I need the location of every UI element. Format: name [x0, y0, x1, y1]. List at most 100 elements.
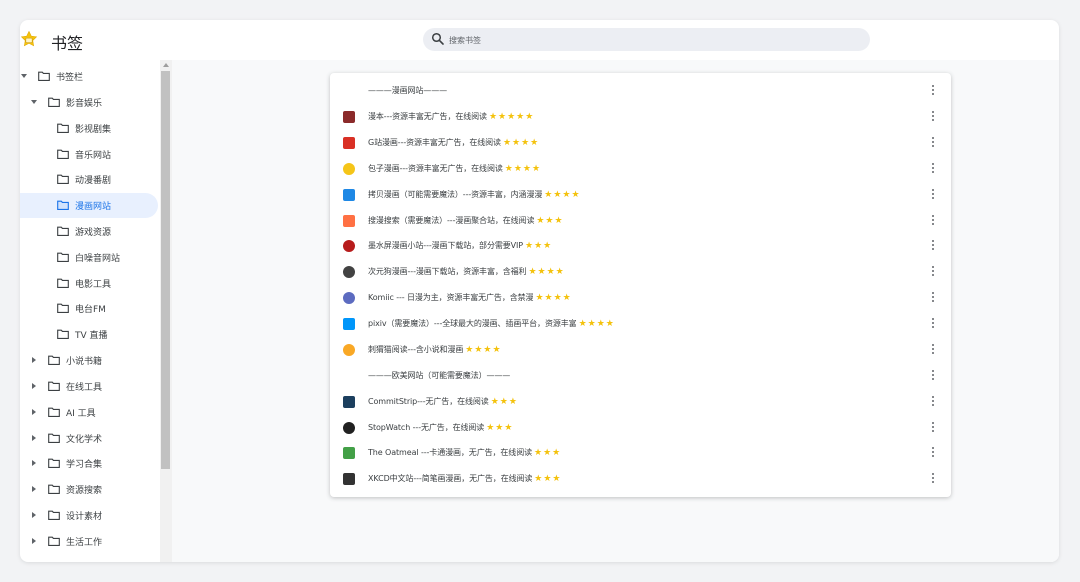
sidebar-item[interactable]: 漫画网站 [20, 193, 158, 218]
caret-right-icon[interactable] [32, 383, 36, 389]
caret-right-icon[interactable] [32, 460, 36, 466]
sidebar-item-label: AI 工具 [66, 409, 96, 419]
bookmark-row[interactable]: G站漫画---资源丰富无广告，在线阅读 ★★★★ [330, 130, 951, 156]
caret-right-icon[interactable] [32, 538, 36, 544]
caret-right-icon[interactable] [32, 512, 36, 518]
sidebar-item[interactable]: 文化学术 [20, 426, 158, 451]
folder-icon [48, 407, 60, 417]
star-rating: ★★★ [536, 216, 564, 226]
sidebar-item-label: 影视剧集 [75, 125, 112, 135]
bookmark-row[interactable]: 墨水屏漫画小站---漫画下载站，部分需要VIP ★★★ [330, 233, 951, 259]
sidebar-item[interactable]: 小说书籍 [20, 348, 158, 373]
sidebar-item[interactable]: 设计素材 [20, 503, 158, 528]
folder-icon [57, 278, 69, 288]
more-options-icon[interactable] [931, 344, 935, 356]
bookmark-row[interactable]: 包子漫画---资源丰富无广告，在线阅读 ★★★★ [330, 156, 951, 182]
bookmark-row[interactable]: Komiic --- 日漫为主，资源丰富无广告，含禁漫 ★★★★ [330, 285, 951, 311]
star-rating: ★★★ [490, 397, 518, 407]
bookmark-row[interactable]: The Oatmeal ---卡通漫画，无广告，在线阅读 ★★★ [330, 440, 951, 466]
sidebar-item-label: 动漫番剧 [75, 176, 112, 186]
caret-right-icon[interactable] [32, 486, 36, 492]
folder-icon [38, 71, 50, 81]
more-options-icon[interactable] [931, 215, 935, 227]
more-options-icon[interactable] [931, 370, 935, 382]
sidebar-item[interactable]: 影视剧集 [20, 116, 158, 141]
sidebar-item[interactable]: 白噪音网站 [20, 245, 158, 270]
sidebar-item-label: 在线工具 [66, 383, 103, 393]
bookmark-title-text: 漫本---资源丰富无广告，在线阅读 [368, 112, 487, 121]
star-rating: ★★★★ [544, 190, 581, 200]
sidebar-item[interactable]: 学习合集 [20, 451, 158, 476]
bookmarks-window: 书签 书签栏影音娱乐影视剧集音乐网站动漫番剧漫画网站游戏资源白噪音网站电影工具电… [20, 20, 1059, 562]
bookmark-row[interactable]: 漫本---资源丰富无广告，在线阅读 ★★★★★ [330, 104, 951, 130]
more-options-icon[interactable] [931, 318, 935, 330]
caret-right-icon[interactable] [32, 435, 36, 441]
star-rating: ★★★★ [535, 293, 572, 303]
sidebar-item[interactable]: 音乐网站 [20, 142, 158, 167]
bookmark-row[interactable]: 次元狗漫画---漫画下载站，资源丰富，含福利 ★★★★ [330, 259, 951, 285]
sidebar-item-label: 小说书籍 [66, 357, 103, 367]
more-options-icon[interactable] [931, 396, 935, 408]
more-options-icon[interactable] [931, 85, 935, 97]
bookmark-list: ———漫画网站——— 漫本---资源丰富无广告，在线阅读 ★★★★★ G站漫画---资… [330, 73, 951, 497]
bookmark-row[interactable]: 搜漫搜索（需要魔法）---漫画聚合站，在线阅读 ★★★ [330, 208, 951, 234]
more-options-icon[interactable] [931, 240, 935, 252]
sidebar-item[interactable]: 生活工作 [20, 529, 158, 554]
bookmark-title-text: 拷贝漫画（可能需要魔法）---资源丰富，内涵漫漫 [368, 190, 543, 199]
page-title: 书签 [51, 34, 84, 53]
sidebar-item[interactable]: 在线工具 [20, 374, 158, 399]
sidebar-item[interactable]: 动漫番剧 [20, 167, 158, 192]
caret-right-icon[interactable] [32, 357, 36, 363]
bookmark-row[interactable]: StopWatch ---无广告，在线阅读 ★★★ [330, 415, 951, 441]
more-options-icon[interactable] [931, 292, 935, 304]
sidebar-item-label: 电影工具 [75, 280, 112, 290]
sidebar-item[interactable]: 电影工具 [20, 271, 158, 296]
sidebar-item[interactable]: 电台FM [20, 296, 158, 321]
sidebar-item[interactable]: 游戏资源 [20, 219, 158, 244]
bookmark-row[interactable]: CommitStrip---无广告，在线阅读 ★★★ [330, 389, 951, 415]
search-input[interactable] [447, 30, 851, 50]
folder-icon [57, 226, 69, 236]
more-options-icon[interactable] [931, 422, 935, 434]
star-rating: ★★★★ [465, 345, 502, 355]
bookmark-title-text: 包子漫画---资源丰富无广告，在线阅读 [368, 164, 503, 173]
star-rating: ★★★★★ [488, 112, 535, 122]
star-rating: ★★★ [486, 423, 514, 433]
copy-manga-icon [343, 189, 355, 201]
caret-down-icon[interactable] [31, 100, 37, 104]
more-options-icon[interactable] [931, 266, 935, 278]
more-options-icon[interactable] [931, 137, 935, 149]
folder-icon [57, 329, 69, 339]
star-rating: ★★★ [534, 448, 562, 458]
pixiv-icon [343, 318, 355, 330]
sidebar-item-label: 漫画网站 [75, 202, 112, 212]
sidebar-item-label: 音乐网站 [75, 151, 112, 161]
caret-right-icon[interactable] [32, 409, 36, 415]
caret-down-icon[interactable] [21, 74, 27, 78]
bookmark-separator[interactable]: ———漫画网站——— [330, 78, 951, 104]
sidebar-item[interactable]: 资源搜索 [20, 477, 158, 502]
sidebar-item[interactable]: 影音娱乐 [20, 90, 158, 115]
bookmark-title: XKCD中文站---简笔画漫画，无广告，在线阅读 ★★★ [368, 473, 562, 484]
bookmark-row[interactable]: pixiv（需要魔法）---全球最大的漫画、插画平台，资源丰富 ★★★★ [330, 311, 951, 337]
bookmark-row[interactable]: XKCD中文站---简笔画漫画，无广告，在线阅读 ★★★ [330, 466, 951, 492]
search-box[interactable] [423, 28, 870, 51]
soman-icon [343, 215, 355, 227]
sidebar-scrollbar[interactable] [160, 60, 172, 562]
star-folder-icon [20, 30, 38, 47]
more-options-icon[interactable] [931, 473, 935, 485]
scroll-thumb[interactable] [161, 71, 170, 469]
sidebar-item[interactable]: 书签栏 [20, 64, 158, 89]
sidebar-item[interactable]: AI 工具 [20, 400, 158, 425]
bookmark-separator[interactable]: ———欧美网站（可能需要魔法）——— [330, 363, 951, 389]
folder-icon [48, 484, 60, 494]
bookmark-row[interactable]: 刺猬猫阅读---含小说和漫画 ★★★★ [330, 337, 951, 363]
more-options-icon[interactable] [931, 111, 935, 123]
sidebar-item[interactable]: TV 直播 [20, 322, 158, 347]
bookmark-row[interactable]: 拷贝漫画（可能需要魔法）---资源丰富，内涵漫漫 ★★★★ [330, 182, 951, 208]
more-options-icon[interactable] [931, 163, 935, 175]
more-options-icon[interactable] [931, 189, 935, 201]
more-options-icon[interactable] [931, 447, 935, 459]
scroll-up-arrow-icon[interactable] [163, 63, 169, 67]
folder-icon [48, 536, 60, 546]
